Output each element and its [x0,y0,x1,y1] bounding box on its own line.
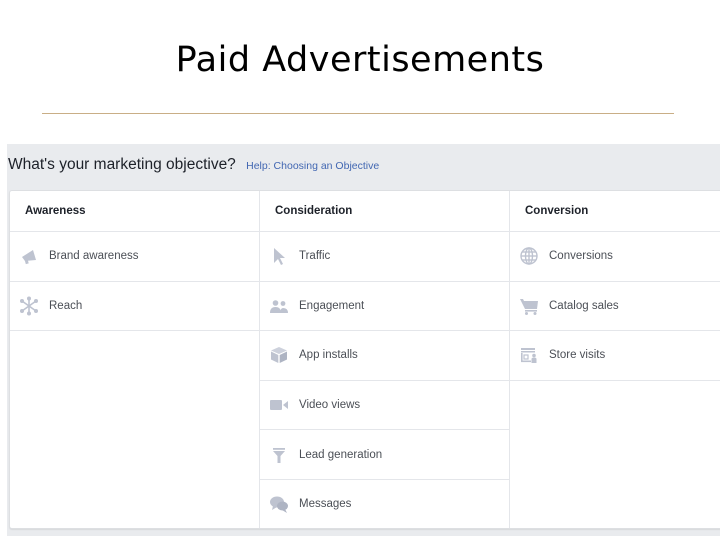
box-icon [269,345,289,365]
objective-label: Conversions [549,250,613,263]
objective-label: Reach [49,299,83,312]
objective-label: Messages [299,498,352,511]
column-header-awareness: Awareness [10,191,259,232]
title-divider [42,113,674,114]
objective-traffic[interactable]: Traffic [260,232,509,282]
objective-panel: What's your marketing objective? Help: C… [7,144,720,536]
objective-label: Traffic [299,250,331,263]
objective-question: What's your marketing objective? Help: C… [8,156,379,174]
video-camera-icon [269,395,289,415]
objective-label: Video views [299,399,361,412]
objective-label: Engagement [299,299,365,312]
slide-title: Paid Advertisements [175,40,545,80]
objective-label: Store visits [549,349,606,362]
objective-label: Lead generation [299,448,383,461]
objective-video-views[interactable]: Video views [260,381,509,431]
objective-messages[interactable]: Messages [260,480,509,529]
globe-icon [519,246,539,266]
objective-conversions[interactable]: Conversions [510,232,720,282]
funnel-icon [269,445,289,465]
shopping-cart-icon [519,296,539,316]
objective-app-installs[interactable]: App installs [260,331,509,381]
objective-catalog-sales[interactable]: Catalog sales [510,282,720,332]
objective-store-visits[interactable]: Store visits [510,331,720,381]
objective-label: Brand awareness [49,250,139,263]
objective-label: Catalog sales [549,299,619,312]
objective-reach[interactable]: Reach [10,282,259,332]
cursor-icon [269,246,289,266]
megaphone-icon [19,246,39,266]
reach-network-icon [19,296,39,316]
column-header-conversion: Conversion [510,191,720,232]
column-awareness: Awareness Brand awareness Reach [10,191,260,528]
help-link[interactable]: Help: Choosing an Objective [246,160,379,172]
objective-lead-generation[interactable]: Lead generation [260,430,509,480]
objective-engagement[interactable]: Engagement [260,282,509,332]
objective-label: App installs [299,349,358,362]
storefront-icon [519,345,539,365]
column-header-consideration: Consideration [260,191,509,232]
column-conversion: Conversion Conversions Catalog sales Sto… [510,191,720,528]
objective-question-text: What's your marketing objective? [8,156,236,173]
chat-bubbles-icon [269,494,289,514]
objective-brand-awareness[interactable]: Brand awareness [10,232,259,282]
people-icon [269,296,289,316]
column-consideration: Consideration Traffic Engagement App ins… [260,191,510,528]
objective-table: Awareness Brand awareness Reach Consider… [9,190,720,529]
